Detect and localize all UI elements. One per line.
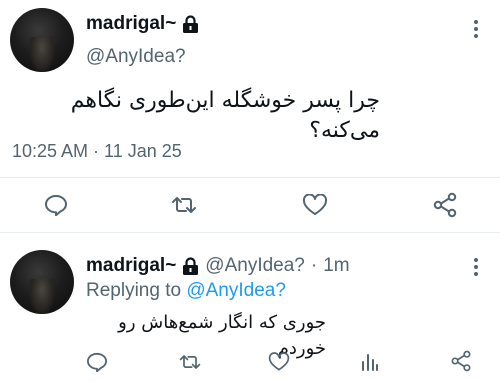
reply-header: madrigal~ @AnyIdea? · 1m — [86, 254, 350, 278]
display-name[interactable]: madrigal~ — [86, 13, 176, 35]
replying-prefix: Replying to — [86, 280, 182, 301]
lock-icon — [182, 14, 199, 34]
replying-to: Replying to @AnyIdea? — [86, 280, 286, 302]
tweet-timestamp[interactable]: 10:25 AM · 11 Jan 25 — [12, 141, 182, 162]
share-icon[interactable] — [450, 350, 472, 372]
avatar[interactable] — [10, 8, 74, 72]
share-icon[interactable] — [432, 192, 458, 218]
views-icon[interactable] — [360, 352, 380, 372]
lock-icon — [182, 256, 199, 276]
divider — [0, 232, 500, 233]
separator: · — [310, 255, 318, 276]
more-vertical-icon[interactable] — [466, 254, 486, 280]
tweet-header: madrigal~ — [86, 12, 199, 36]
retweet-icon[interactable] — [170, 194, 198, 216]
reply-icon[interactable] — [86, 352, 108, 372]
display-name[interactable]: madrigal~ — [86, 255, 176, 277]
more-vertical-icon[interactable] — [466, 16, 486, 42]
divider — [0, 177, 500, 178]
replying-handle-link[interactable]: @AnyIdea? — [186, 280, 286, 301]
heart-icon[interactable] — [302, 194, 328, 216]
reply-age[interactable]: 1m — [323, 255, 349, 277]
tweet-text: چرا پسر خوشگله این‌طوری نگاهم می‌کنه؟ — [70, 88, 380, 143]
retweet-icon[interactable] — [178, 352, 202, 372]
reply-icon[interactable] — [44, 194, 68, 216]
heart-icon[interactable] — [268, 352, 290, 372]
handle[interactable]: @AnyIdea? — [86, 46, 186, 68]
handle[interactable]: @AnyIdea? — [205, 255, 305, 277]
avatar[interactable] — [10, 250, 74, 314]
reply-text: جوری که انگار شمع‌هاش رو خوردم — [118, 312, 326, 359]
